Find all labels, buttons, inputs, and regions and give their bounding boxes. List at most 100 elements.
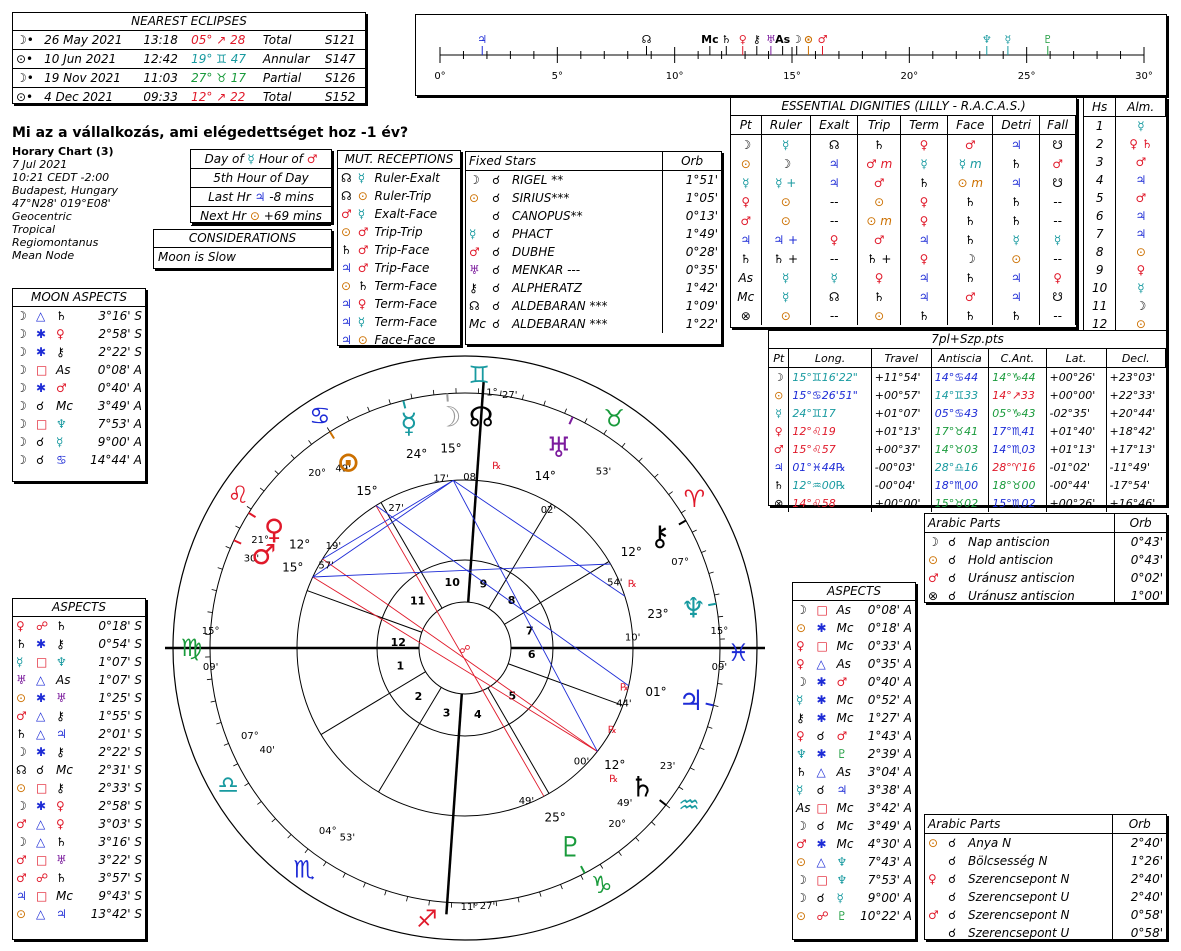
scale-planet-glyph: ☊ [642,33,652,46]
dignity-cell: ♄ [947,268,994,287]
aspect-orb: 2°01' S [98,727,142,741]
moon-aspect-planet-2: ♂ [56,381,67,395]
aspect-aspect-icon: □ [816,603,828,617]
aspect-orb: 0°33' A [867,639,912,653]
aspect-row: ♄ ✱ ⚷ 0°54' S [13,635,145,653]
zodiac-tick [517,897,520,903]
positions-column-header: Lat. [1046,349,1107,368]
aspect-planet-2: ♅ [56,853,67,867]
cusp-degree-label: 53' [596,467,611,478]
fixed-star-aspect-icon: ☌ [491,191,501,205]
dignity-cell: -- [1039,306,1076,325]
aspect-row: ☽ ☌ Mc 3°49' A [793,817,915,835]
day-hour-row: Last Hr ♃ -8 mins [191,188,331,207]
aspect-row: ☽ ☌ ☿ 9°00' A [793,889,915,907]
aspect-planet-1: ♄ [16,727,27,741]
dignity-cell: ☽ [947,249,994,268]
dignity-cell: ♂ [1039,154,1076,173]
aspect-row: ♄ △ ♃ 2°01' S [13,725,145,743]
eclipse-row: ⊙• 10 Jun 2021 12:42 19° ♊ 47 Annular S147 [13,49,365,69]
aspect-planet-2: ♄ [56,619,67,633]
planet-minute-label: 44' [616,699,631,710]
day-hour-cell: Day of ☿ Hour of ♂ [191,150,331,169]
aspect-planet-2: ♇ [836,909,848,923]
zodiac-tick [342,872,346,878]
dignity-cell: ♂ [947,134,994,154]
positions-table: Pt Long. Travel Antiscia C.Ant. Lat. Decl. ☽ 15°… [769,349,1167,512]
ruler-glyph-icon: ⊙ [249,209,260,223]
position-declination: +16°46' [1109,496,1156,510]
arabic-part-orb: 0°02' [1114,569,1166,587]
day-hour-table: Day of ☿ Hour of ♂ 5th Hour of Day Last Hr… [191,150,331,226]
aspect-planet-1: ⚷ [796,711,805,725]
position-longitude: 12°♌19 [788,422,872,440]
position-travel: +00°37' [871,440,932,458]
aspect-row: ♀ ☍ ♄ 0°18' S [13,617,145,635]
house-cusp-line [306,590,422,633]
house-number: 4 [1084,171,1117,189]
house-row: 1 ☿ [1084,116,1166,135]
reception-row: ♄ ♂ Trip-Face [338,241,443,259]
planet-degree-label: 25° [544,811,565,825]
aspect-orb: 0°40' A [867,675,912,689]
cusp-degree-label: 27' [502,390,517,401]
chart-info-line: 47°N28' 019°E08' [12,197,111,210]
planet-glyph-icon: ♆ [681,592,706,625]
retrograde-icon: ℞ [608,725,617,736]
position-contra-antiscia: 15°♏02 [988,494,1047,512]
eclipse-position: 27° ♉ 17 [191,71,247,85]
fixed-star-row: ♅ ☌ MENKAR --- 0°35' [466,261,721,279]
dignity-cell: ♂ [857,173,901,192]
cusp-degree-label: 20° [308,468,326,479]
house-row: 8 ⊙ [1084,243,1166,261]
aspect-orb: 0°52' A [867,693,912,707]
positions-column-header: Long. [788,349,872,368]
scale-tick-label: 25° [1018,71,1036,82]
zodiac-tick [717,683,723,685]
position-contra-antiscia: 14°↗33 [988,386,1047,404]
planet-degree-label: 15° [282,561,303,575]
fixed-star-planet: ☽ [469,173,480,187]
reception-row: ♃ ♂ Trip-Face [338,259,443,277]
aspect-aspect-icon: △ [36,835,46,849]
dignity-cell: ⊙ m [857,211,901,230]
position-declination: -11°49' [1109,460,1151,474]
eclipse-kind: Total [262,33,292,47]
aspect-planet-2: ☿ [836,891,844,905]
arabic-part-row: ☌ Bölcsesség N 1°26' [925,852,1166,870]
arabic-part-orb: 2°40' [1112,870,1166,888]
arabic-part-planet: ♂ [928,908,939,922]
aspect-row: ♀ △ As 0°35' A [793,655,915,673]
aspect-planet-2: Mc [836,711,854,725]
dignity-cell: ♂ [731,211,762,230]
eclipse-date: 10 Jun 2021 [44,52,117,66]
arabic-part-planet: ♀ [928,872,937,886]
scale-planet-glyph: ☽ [792,33,802,46]
aspect-planet-1: ☊ [16,763,27,777]
aspect-row: ⊙ △ ♆ 7°43' A [793,853,915,871]
aspect-aspect-icon: ✱ [36,799,47,813]
eclipse-saros: S147 [324,52,356,66]
house-number: 5 [1084,189,1117,207]
dignity-cell: ☿ [992,230,1041,249]
house-almuten: ☽ [1135,299,1147,313]
arabic-part-planet: ⊙ [928,553,939,567]
position-longitude: 15°♌57 [788,440,872,458]
aspect-orb: 3°57' S [98,871,142,885]
aspect-planet-2: As [836,765,851,779]
zodiac-sign-icon: ♐ [416,905,438,933]
fixed-star-aspect-icon: ☌ [491,173,501,187]
reception-planet-2: ♂ [357,261,369,275]
arabic-part-row: ☌ Szerencsepont U 2°40' [925,888,1166,906]
aspect-row: ☽ △ ♄ 3°16' S [13,833,145,851]
house-cusp-line [466,480,478,603]
aspect-planet-2: As [836,657,851,671]
position-travel: +01°07' [871,404,932,422]
fixed-stars-table: Fixed Stars Orb ☽ ☌ RIGEL ** 1°51' ⊙ ☌ SIRIUS***… [466,152,721,333]
position-row: ☿ 24°♊17 +01°07' 05°♋43 05°♑43 -02°35' +20°44' [769,404,1166,422]
aspect-planet-1: As [796,801,811,815]
aspect-aspect-icon: □ [36,655,48,669]
aspects-panel-right: ASPECTS ☽ □ As 0°08' A ⊙ ✱ Mc 0°18' A ♀ □ Mc 0°33' … [792,582,916,940]
reception-planet-1: ⊙ [341,279,352,293]
zodiac-tick [560,884,563,890]
